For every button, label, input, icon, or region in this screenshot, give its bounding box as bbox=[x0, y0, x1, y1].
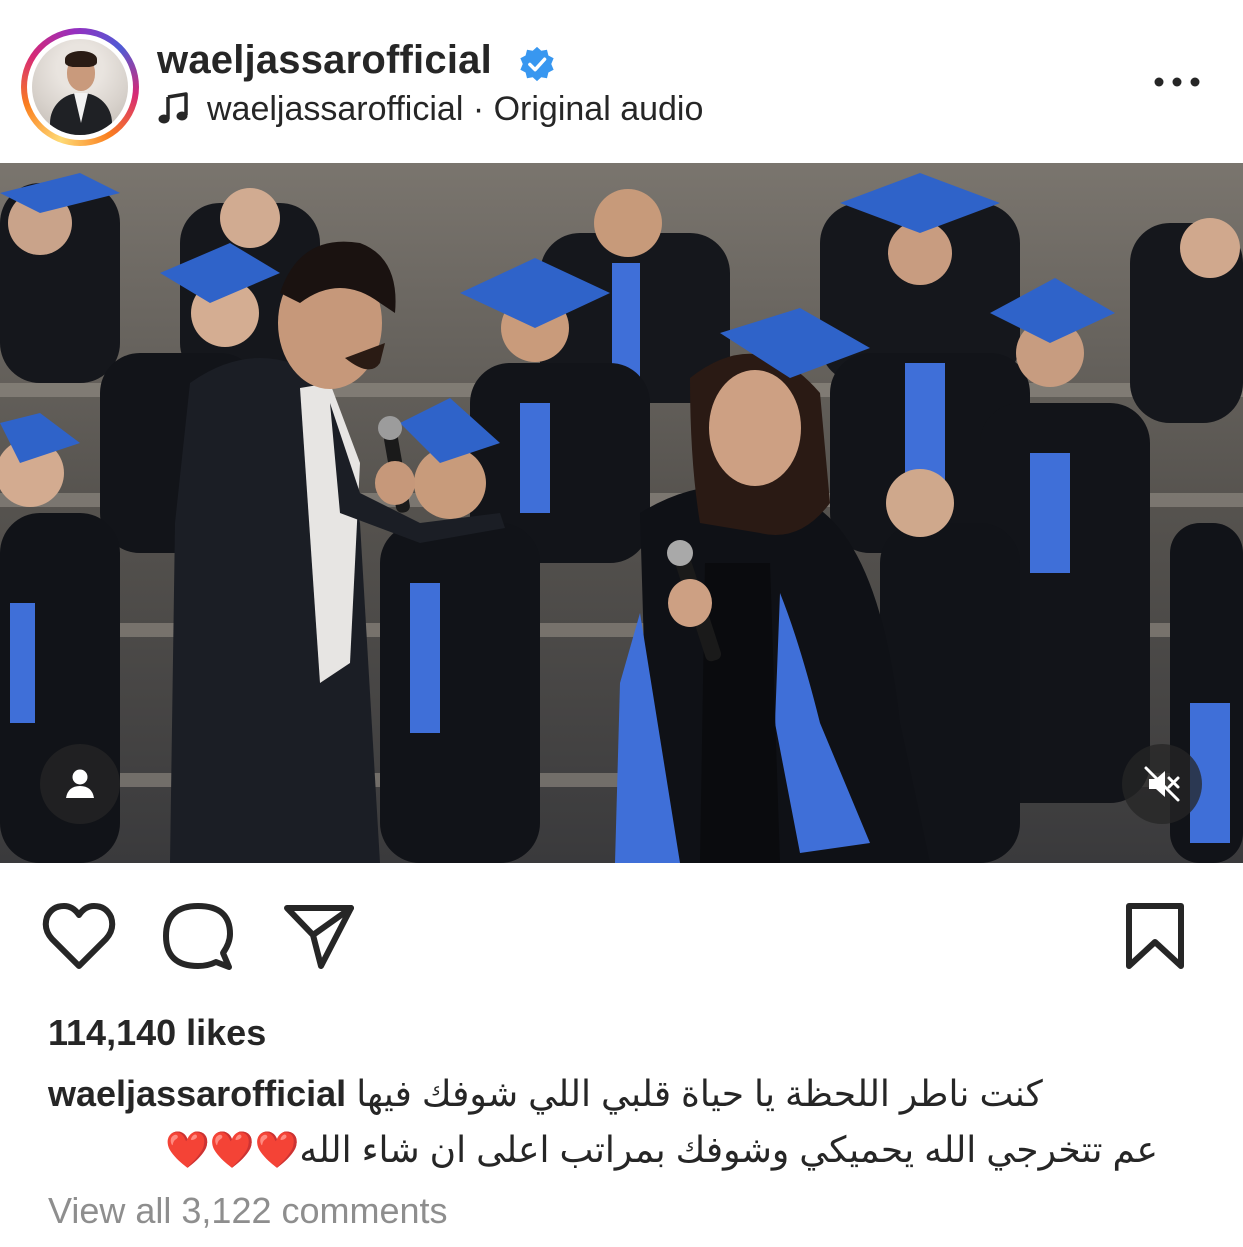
tagged-people-button[interactable] bbox=[40, 744, 120, 824]
music-note-icon bbox=[158, 92, 188, 124]
avatar-border bbox=[27, 34, 133, 140]
comment-bubble-icon[interactable] bbox=[162, 900, 234, 972]
caption-text-line-2: عم تتخرجي الله يحميكي وشوفك بمراتب اعلى … bbox=[299, 1129, 1158, 1170]
post-caption: waeljassarofficial كنت ناطر اللحظة يا حي… bbox=[48, 1066, 1158, 1178]
heart-icon[interactable] bbox=[42, 902, 116, 970]
bookmark-icon[interactable] bbox=[1124, 902, 1186, 970]
post-username[interactable]: waeljassarofficial bbox=[157, 38, 492, 83]
caption-text-line-1: كنت ناطر اللحظة يا حياة قلبي اللي شوفك ف… bbox=[356, 1073, 1043, 1114]
post-video[interactable] bbox=[0, 163, 1243, 863]
heart-emoji-icon: ❤️❤️❤️ bbox=[164, 1129, 300, 1170]
more-horizontal-icon[interactable] bbox=[1150, 70, 1204, 94]
caption-username[interactable]: waeljassarofficial bbox=[48, 1073, 346, 1114]
caption-line-1: waeljassarofficial كنت ناطر اللحظة يا حي… bbox=[48, 1066, 1158, 1122]
video-frame-image bbox=[0, 163, 1243, 863]
person-tag-icon bbox=[66, 769, 94, 798]
mute-toggle-button[interactable] bbox=[1122, 744, 1202, 824]
verified-badge-icon bbox=[520, 46, 554, 82]
action-bar bbox=[0, 880, 1243, 980]
audio-label[interactable]: waeljassarofficial · Original audio bbox=[207, 90, 703, 129]
avatar bbox=[32, 39, 128, 135]
caption-line-2: عم تتخرجي الله يحميكي وشوفك بمراتب اعلى … bbox=[48, 1122, 1158, 1178]
speaker-muted-icon bbox=[1144, 766, 1180, 802]
view-all-comments-link[interactable]: View all 3,122 comments bbox=[48, 1190, 448, 1232]
paper-plane-icon[interactable] bbox=[283, 902, 355, 970]
likes-count[interactable]: 114,140 likes bbox=[48, 1012, 266, 1054]
story-avatar[interactable] bbox=[21, 28, 139, 146]
post-header: waeljassarofficial waeljassarofficial · … bbox=[0, 0, 1243, 160]
